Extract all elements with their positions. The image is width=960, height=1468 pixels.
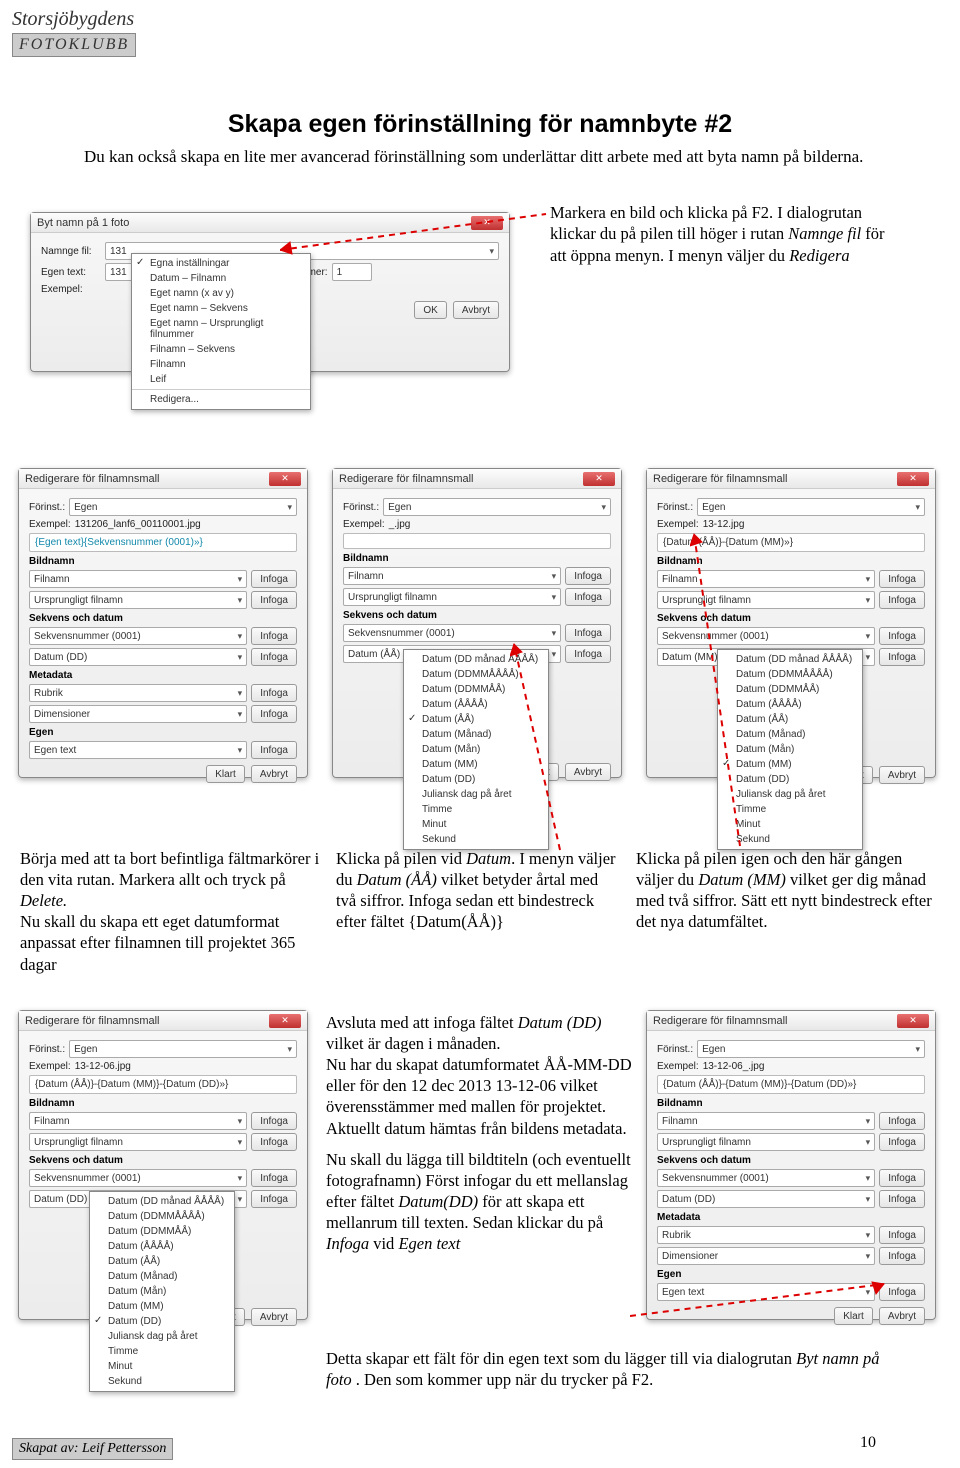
ok-button[interactable]: OK — [414, 301, 446, 319]
done-button[interactable]: Klart — [206, 765, 245, 783]
menu-separator — [132, 389, 310, 390]
label-egentext: Egen text: — [41, 267, 101, 278]
close-icon[interactable]: ✕ — [269, 1014, 301, 1028]
close-icon[interactable]: ✕ — [583, 472, 615, 486]
callout-arrow — [510, 640, 570, 860]
callout-arrow — [690, 530, 750, 850]
insert-button[interactable]: Infoga — [251, 684, 297, 702]
namnge-menu: Egna inställningar Datum – Filnamn Eget … — [131, 253, 311, 410]
menu-item-redigera[interactable]: Redigera... — [132, 392, 310, 407]
label-exempel: Exempel: — [41, 284, 101, 295]
editor-dialog-2: Redigerare för filnamnsmall✕ Förinst.:Eg… — [332, 468, 622, 778]
menu-item[interactable]: Eget namn (x av y) — [132, 286, 310, 301]
page-title: Skapa egen förinställning för namnbyte #… — [0, 110, 960, 139]
footer-credit: Skapat av: Leif Pettersson — [12, 1438, 173, 1460]
insert-button[interactable]: Infoga — [251, 570, 297, 588]
editor-dialog-4: Redigerare för filnamnsmall✕ Förinst.:Eg… — [18, 1010, 308, 1320]
pattern-field[interactable]: {Datum (ÅÅ)}-{Datum (MM)}-{Datum (DD)»} — [657, 1075, 925, 1094]
insert-button[interactable]: Infoga — [251, 741, 297, 759]
insert-button[interactable]: Infoga — [251, 705, 297, 723]
bottom-text-wide: Detta skapar ett fält för din egen text … — [326, 1348, 882, 1390]
editor-dialog-5: Redigerare för filnamnsmall✕ Förinst.:Eg… — [646, 1010, 936, 1320]
menu-item[interactable]: Filnamn – Sekvens — [132, 342, 310, 357]
preset-combo[interactable]: Egen▾ — [69, 498, 297, 516]
menu-item[interactable]: Datum – Filnamn — [132, 271, 310, 286]
bottom-text: Avsluta med att infoga fältet Datum (DD)… — [326, 1012, 634, 1254]
close-icon[interactable]: ✕ — [897, 1014, 929, 1028]
editor-dialog-1: Redigerare för filnamnsmall✕ Förinst.:Eg… — [18, 468, 308, 778]
rename-title: Byt namn på 1 foto — [37, 217, 129, 229]
instruction-col-2: Klicka på pilen vid Datum. I menyn välje… — [336, 848, 620, 932]
label-namnge: Namnge fil: — [41, 246, 101, 257]
cancel-button[interactable]: Avbryt — [251, 765, 297, 783]
insert-button[interactable]: Infoga — [251, 591, 297, 609]
right-caption: Markera en bild och klicka på F2. I dial… — [550, 202, 890, 266]
logo-line2: FOTOKLUBB — [12, 33, 136, 57]
datum-combo[interactable]: Datum (DD)▾ — [29, 648, 247, 666]
menu-item[interactable]: Leif — [132, 372, 310, 387]
insert-button[interactable]: Infoga — [251, 627, 297, 645]
intro-text: Du kan också skapa en lite mer avancerad… — [84, 146, 876, 168]
insert-button[interactable]: Infoga — [251, 648, 297, 666]
instruction-col-3: Klicka på pilen igen och den här gången … — [636, 848, 936, 932]
callout-arrow — [280, 210, 560, 270]
menu-item[interactable]: Filnamn — [132, 357, 310, 372]
pattern-field[interactable] — [343, 533, 611, 549]
instruction-col-1: Börja med att ta bort befintliga fältmar… — [20, 848, 320, 975]
pattern-field[interactable]: {Egen text}{Sekvensnummer (0001)»} — [29, 533, 297, 552]
menu-item[interactable]: Eget namn – Sekvens — [132, 301, 310, 316]
page-number: 10 — [860, 1434, 876, 1452]
menu-item[interactable]: Eget namn – Ursprungligt filnummer — [132, 316, 310, 342]
datum-menu: Datum (DD månad ÅÅÅÅ) Datum (DDMMÅÅÅÅ) D… — [89, 1191, 235, 1392]
logo-line1: Storsjöbygdens — [12, 8, 134, 30]
callout-arrow — [630, 1280, 890, 1320]
close-icon[interactable]: ✕ — [269, 472, 301, 486]
pattern-field[interactable]: {Datum (ÅÅ)}-{Datum (MM)}-{Datum (DD)»} — [29, 1075, 297, 1094]
logo: Storsjöbygdens FOTOKLUBB — [12, 8, 136, 57]
close-icon[interactable]: ✕ — [897, 472, 929, 486]
cancel-button[interactable]: Avbryt — [453, 301, 499, 319]
